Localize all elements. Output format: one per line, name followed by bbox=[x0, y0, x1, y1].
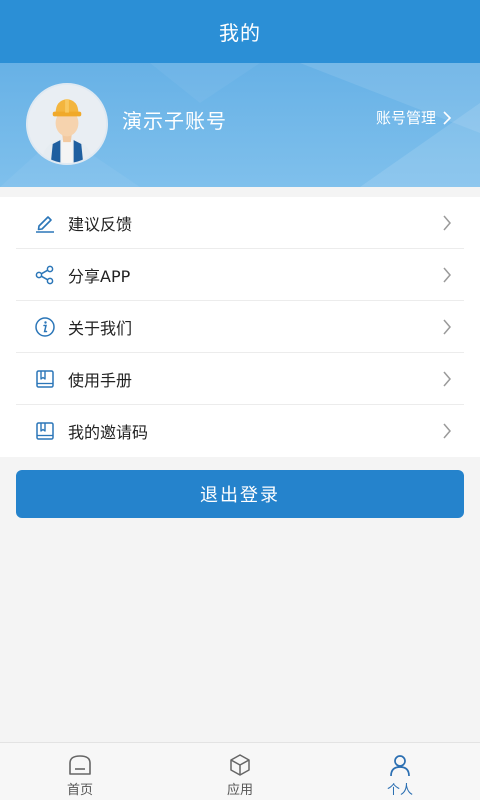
logout-label: 退出登录 bbox=[200, 485, 280, 506]
settings-menu: 建议反馈 分享APP 关于我们 使用手册 我的邀请码 bbox=[0, 197, 480, 457]
menu-item-invite-code[interactable]: 我的邀请码 bbox=[16, 405, 464, 457]
tab-personal[interactable]: 个人 bbox=[320, 743, 480, 800]
info-icon bbox=[34, 316, 56, 338]
menu-item-feedback[interactable]: 建议反馈 bbox=[16, 197, 464, 249]
menu-item-label: 使用手册 bbox=[68, 370, 133, 390]
chevron-right-icon bbox=[442, 370, 452, 388]
app-root: 我的 演示子账号 账号管理 建议反馈 分享APP 关于我们 使用手册 我的邀请码… bbox=[0, 0, 480, 800]
account-name: 演示子账号 bbox=[122, 109, 227, 133]
page-title: 我的 bbox=[219, 21, 261, 45]
tab-label: 应用 bbox=[226, 783, 253, 798]
logout-button[interactable]: 退出登录 bbox=[16, 470, 464, 518]
account-manage-link[interactable]: 账号管理 bbox=[376, 107, 452, 128]
title-bar: 我的 bbox=[0, 0, 480, 63]
edit-icon bbox=[34, 212, 56, 234]
menu-item-label: 分享APP bbox=[68, 266, 131, 286]
tab-home[interactable]: 首页 bbox=[0, 743, 160, 800]
bottom-tab-bar: 首页 应用 个人 bbox=[0, 742, 480, 800]
tab-label: 首页 bbox=[66, 783, 93, 798]
invite-book-icon bbox=[34, 420, 56, 442]
menu-item-share[interactable]: 分享APP bbox=[16, 249, 464, 301]
profile-header: 演示子账号 账号管理 bbox=[0, 63, 480, 187]
person-icon bbox=[387, 753, 413, 777]
chevron-right-icon bbox=[442, 214, 452, 232]
worker-avatar-icon bbox=[28, 85, 106, 163]
tab-label: 个人 bbox=[386, 783, 413, 798]
account-manage-label: 账号管理 bbox=[375, 109, 436, 127]
chevron-right-icon bbox=[442, 422, 452, 440]
tab-apps[interactable]: 应用 bbox=[160, 743, 320, 800]
avatar[interactable] bbox=[26, 83, 108, 165]
cube-icon bbox=[227, 753, 253, 777]
share-icon bbox=[34, 264, 56, 286]
book-icon bbox=[34, 368, 56, 390]
chevron-right-icon bbox=[442, 110, 452, 126]
chevron-right-icon bbox=[442, 266, 452, 284]
menu-item-label: 我的邀请码 bbox=[68, 423, 149, 442]
menu-item-label: 建议反馈 bbox=[68, 214, 133, 234]
chevron-right-icon bbox=[442, 318, 452, 336]
menu-item-about[interactable]: 关于我们 bbox=[16, 301, 464, 353]
menu-item-manual[interactable]: 使用手册 bbox=[16, 353, 464, 405]
home-icon bbox=[67, 753, 93, 777]
menu-item-label: 关于我们 bbox=[68, 318, 133, 338]
